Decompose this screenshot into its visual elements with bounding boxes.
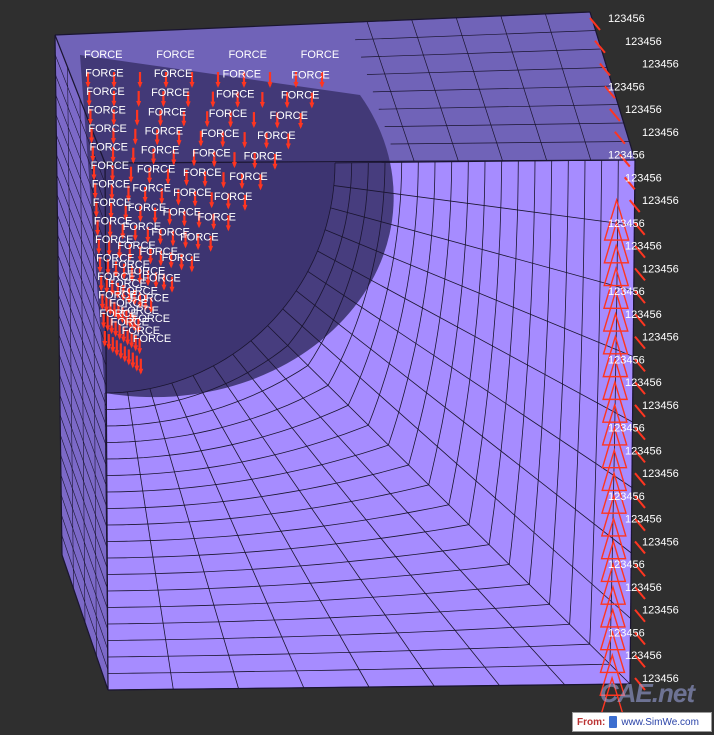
watermark-url: www.SimWe.com: [621, 716, 699, 728]
force-label: FORCE: [93, 197, 132, 209]
constraint-label: 123456: [642, 605, 679, 617]
force-label: FORCE: [84, 49, 123, 61]
force-label: FORCE: [173, 187, 212, 199]
constraint-label: 123456: [625, 241, 662, 253]
constraint-label: 123456: [642, 127, 679, 139]
force-label: FORCE: [301, 49, 340, 61]
force-label: FORCE: [162, 252, 201, 264]
force-label: FORCE: [90, 142, 129, 154]
force-label: FORCE: [257, 130, 296, 142]
site-logo-icon: [609, 716, 618, 728]
force-label: FORCE: [91, 160, 130, 172]
constraint-label: 123456: [625, 377, 662, 389]
constraint-label: 123456: [625, 445, 662, 457]
force-label: FORCE: [269, 110, 308, 122]
graphics-viewport[interactable]: FORCE FORCE FORCE FORCE FORCE FORCE FORCE FORCE…: [0, 0, 714, 735]
force-label: FORCE: [216, 88, 255, 100]
force-label: FORCE: [197, 211, 236, 223]
force-label: FORCE: [92, 179, 131, 191]
constraint-label: 123456: [608, 491, 645, 503]
force-label: FORCE: [141, 145, 180, 157]
force-label: FORCE: [132, 183, 171, 195]
fe-model-scene[interactable]: FORCE FORCE FORCE FORCEFORCE FORCE FORCE FORCE…: [0, 0, 714, 735]
force-label: FORCE: [156, 49, 195, 61]
constraint-label: 123456: [642, 332, 679, 344]
constraint-label: 123456: [642, 536, 679, 548]
constraint-label: 123456: [625, 172, 662, 184]
brand-watermark: CAE.net: [599, 678, 695, 708]
force-label: FORCE: [86, 86, 125, 98]
force-label: FORCE: [281, 90, 320, 102]
force-label: FORCE: [223, 69, 261, 81]
constraint-label: 123456: [625, 104, 662, 116]
constraint-label: 123456: [608, 423, 645, 435]
force-label: FORCE: [214, 191, 253, 203]
force-label: FORCE: [209, 108, 248, 120]
constraint-label: 123456: [642, 400, 679, 412]
force-label: FORCE: [128, 202, 167, 214]
constraint-label: 123456: [608, 627, 645, 639]
force-label: FORCE: [87, 105, 126, 117]
force-label: FORCE: [85, 68, 124, 80]
force-label: FORCE: [145, 125, 184, 137]
force-label: FORCE: [133, 333, 172, 345]
constraint-label: 123456: [625, 36, 662, 48]
constraint-label: 123456: [625, 514, 662, 526]
constraint-label: 123456: [625, 650, 662, 662]
constraint-label: 123456: [608, 150, 645, 162]
constraint-label: 123456: [625, 309, 662, 321]
force-label: FORCE: [151, 87, 190, 99]
force-label: FORCE: [180, 232, 219, 244]
source-watermark: From: www.SimWe.com: [572, 712, 712, 732]
force-label: FORCE: [137, 164, 176, 176]
force-label: FORCE: [201, 128, 240, 140]
force-label: FORCE: [183, 167, 222, 179]
constraint-label: 123456: [642, 263, 679, 275]
force-label: FORCE: [148, 106, 187, 118]
constraint-label: 123456: [608, 81, 645, 93]
force-label: FORCE: [163, 207, 202, 219]
constraint-label: 123456: [642, 195, 679, 207]
constraint-label: 123456: [608, 286, 645, 298]
watermark-from-label: From:: [577, 716, 606, 728]
constraint-label: 123456: [625, 582, 662, 594]
force-label: FORCE: [244, 151, 283, 163]
force-label: FORCE: [228, 49, 267, 61]
force-label: FORCE: [154, 68, 193, 80]
constraint-label: 123456: [642, 59, 679, 71]
constraint-label: 123456: [608, 218, 645, 230]
constraint-label: 123456: [608, 354, 645, 366]
force-label: FORCE: [229, 171, 268, 183]
force-label: FORCE: [88, 123, 127, 135]
constraint-label: 123456: [608, 559, 645, 571]
force-label: FORCE: [142, 272, 181, 284]
constraint-label: 123456: [608, 13, 645, 25]
force-label: FORCE: [192, 148, 231, 160]
constraint-label: 123456: [642, 468, 679, 480]
force-label: FORCE: [291, 69, 330, 81]
